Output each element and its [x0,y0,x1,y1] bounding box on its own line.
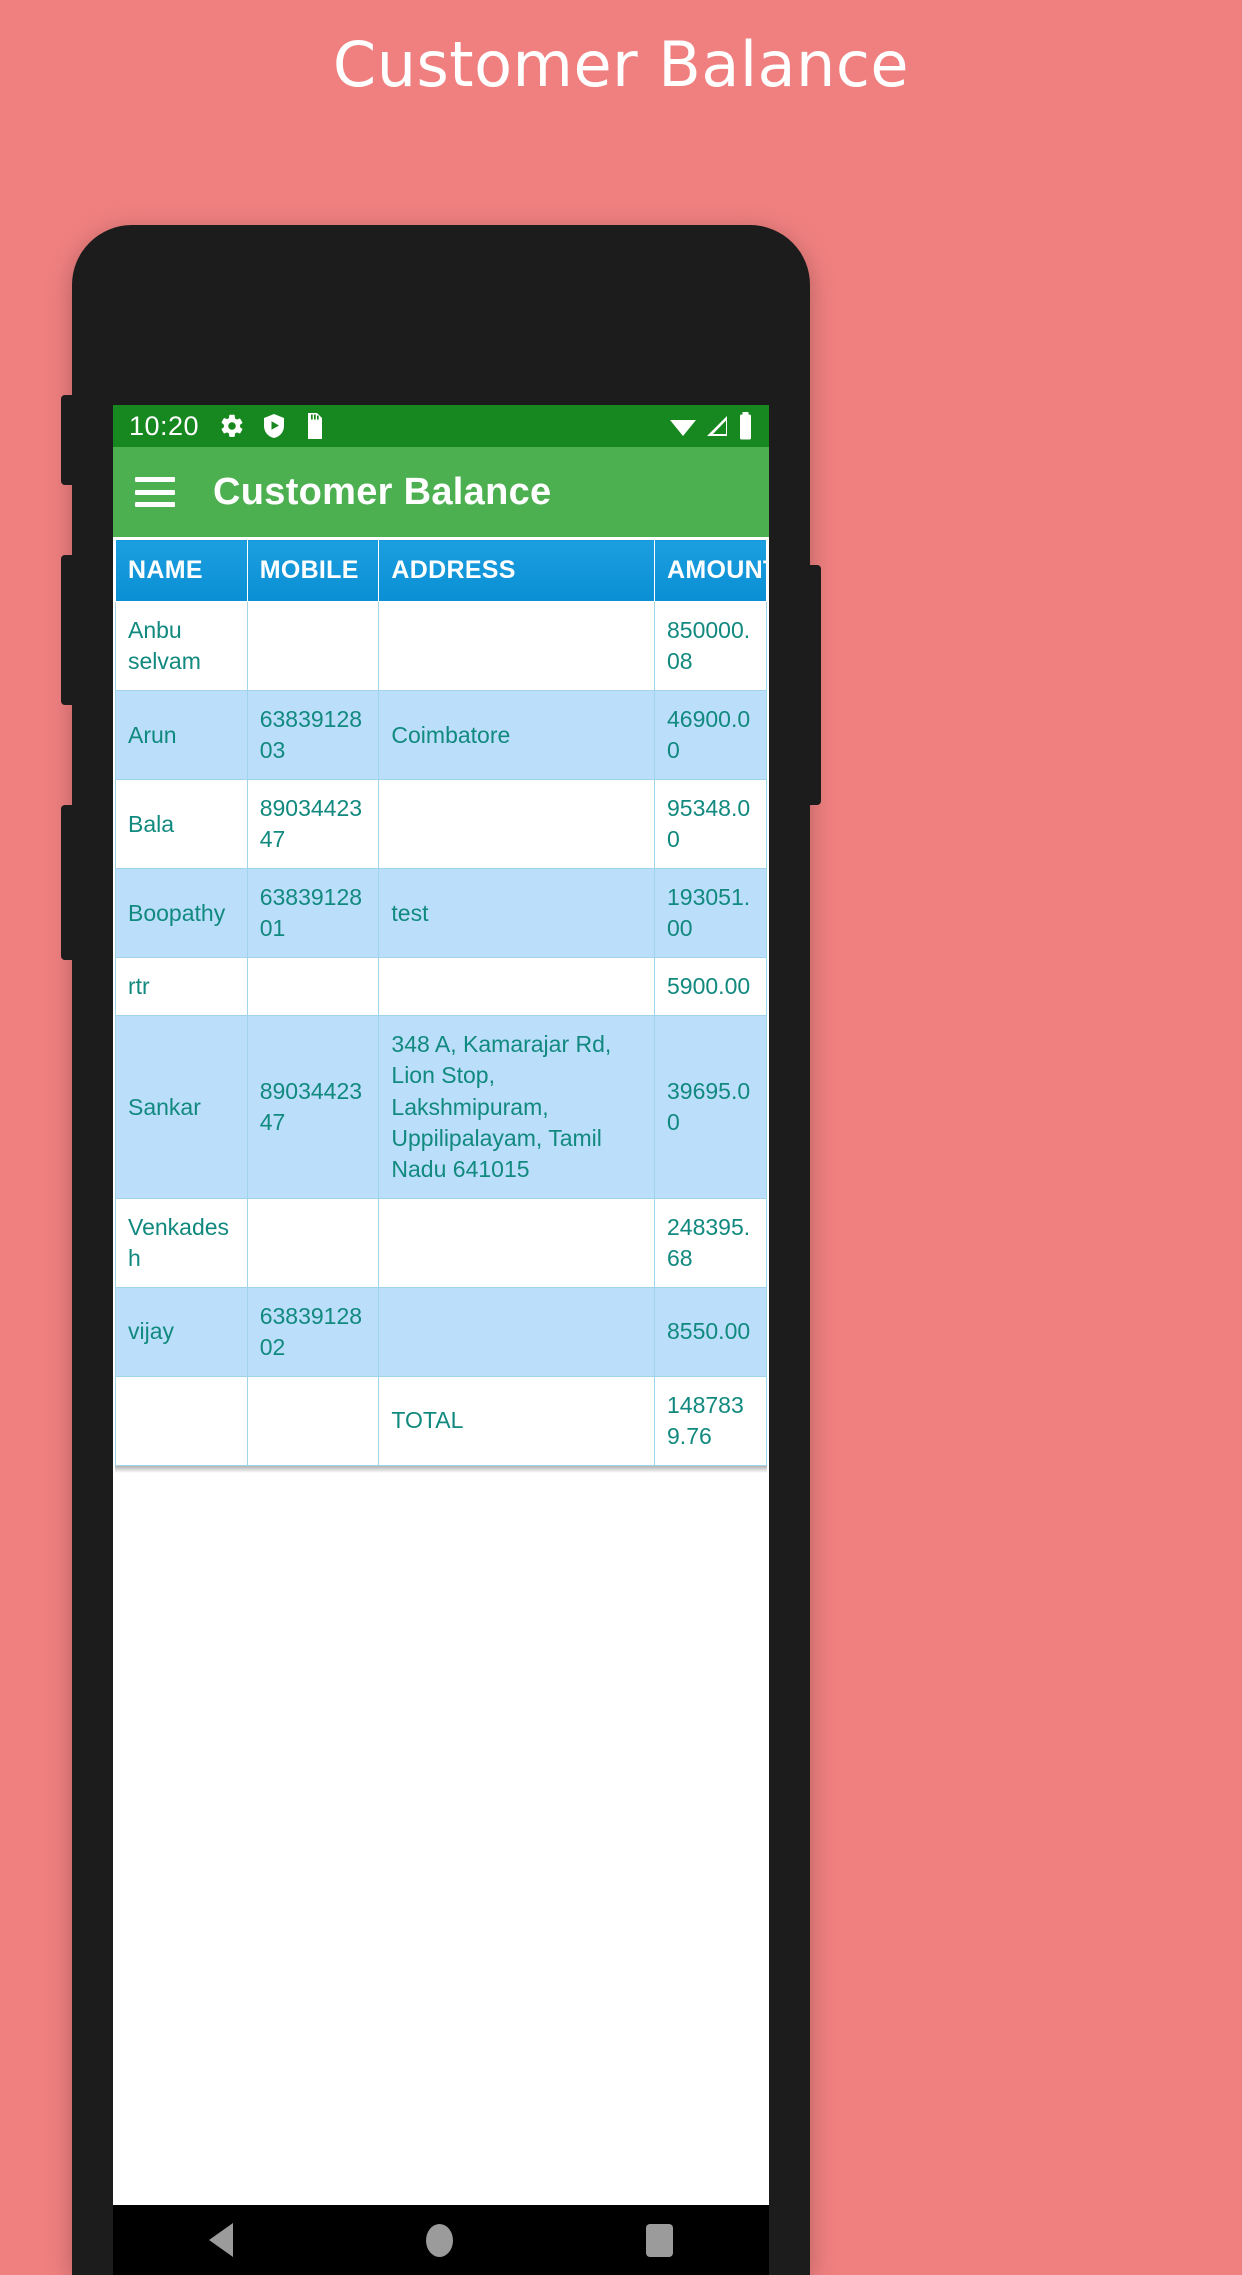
cell-name: Arun [115,690,248,781]
cell-amount: 248395.68 [654,1197,767,1288]
cell-name: Boopathy [115,868,248,959]
cell-mobile [246,600,380,692]
hamburger-line [135,489,175,495]
side-button[interactable] [61,805,73,960]
hamburger-line [135,502,175,507]
table-row[interactable]: Anbu selvam 850000.08 [115,600,767,692]
cell-mobile [246,1197,380,1288]
app-bar-title: Customer Balance [213,470,552,513]
android-navigation-bar [113,2205,769,2275]
table-row[interactable]: Bala 8903442347 95348.00 [115,779,767,870]
back-triangle-icon[interactable] [209,2223,234,2257]
cell-mobile: 6383912802 [246,1286,380,1377]
cell-address [378,1197,656,1288]
status-right-icons [668,412,753,440]
cell-address: Coimbatore [378,690,656,781]
phone-screen: 10:20 Customer Balance NAME MOBILE ADDRE… [113,405,769,2205]
cell-mobile: 6383912803 [246,690,380,781]
status-left-icons [219,413,325,439]
cell-mobile: 8903442347 [246,779,380,870]
table-row[interactable]: Venkadesh 248395.68 [115,1197,767,1288]
table-row[interactable]: Arun 6383912803 Coimbatore 46900.00 [115,690,767,781]
home-circle-icon[interactable] [425,2223,453,2257]
volume-down-button[interactable] [61,555,73,705]
status-bar: 10:20 [113,405,769,447]
cell-amount: 850000.08 [654,600,767,692]
cell-amount: 46900.00 [654,690,767,781]
power-button[interactable] [809,565,821,805]
cell-address [378,600,656,692]
cell-address: 348 A, Kamarajar Rd, Lion Stop, Lakshmip… [378,1015,656,1199]
cell-mobile [246,957,380,1017]
page-title: Customer Balance [332,28,910,101]
cell-amount: 193051.00 [654,868,767,959]
shield-play-icon [262,413,286,439]
cell-amount: 5900.00 [654,957,767,1017]
cell-name: Bala [115,779,248,870]
cell-total-amount: 1487839.76 [654,1375,767,1466]
customer-balance-table-container: NAME MOBILE ADDRESS AMOUNT Anbu selvam 8… [113,537,769,1473]
cell-address [378,957,656,1017]
table-row[interactable]: vijay 6383912802 8550.00 [115,1286,767,1377]
cell-name [115,1375,248,1466]
hamburger-line [135,477,175,482]
hamburger-menu-icon[interactable] [135,477,175,507]
column-header-name[interactable]: NAME [115,539,248,602]
sd-card-icon [303,413,325,439]
column-header-address[interactable]: ADDRESS [378,539,656,602]
cell-mobile: 8903442347 [246,1015,380,1199]
cell-address [378,1286,656,1377]
signal-icon [705,413,731,439]
cell-amount: 95348.00 [654,779,767,870]
table-body: Anbu selvam 850000.08 Arun 6383912803 Co… [115,600,767,1466]
cell-amount: 39695.00 [654,1015,767,1199]
battery-icon [738,412,753,440]
table-row[interactable]: Boopathy 6383912801 test 193051.00 [115,868,767,959]
table-header-row: NAME MOBILE ADDRESS AMOUNT [115,539,769,602]
cell-name: Anbu selvam [115,600,248,692]
cell-name: Sankar [115,1015,248,1199]
cell-mobile [246,1375,380,1466]
status-clock: 10:20 [129,410,200,441]
gear-icon [219,413,245,439]
customer-balance-table: NAME MOBILE ADDRESS AMOUNT Anbu selvam 8… [115,539,769,1466]
table-header: NAME MOBILE ADDRESS AMOUNT [115,539,769,602]
wifi-icon [668,413,698,439]
cell-address [378,779,656,870]
table-total-row: TOTAL 1487839.76 [115,1375,767,1466]
cell-name: Venkadesh [115,1197,248,1288]
cell-amount: 8550.00 [654,1286,767,1377]
table-row[interactable]: rtr 5900.00 [115,957,767,1017]
cell-name: vijay [115,1286,248,1377]
column-header-amount[interactable]: AMOUNT [654,539,769,602]
cell-name: rtr [115,957,248,1017]
table-bottom-shadow [115,1465,767,1473]
cell-mobile: 6383912801 [246,868,380,959]
phone-frame: 10:20 Customer Balance NAME MOBILE ADDRE… [61,225,821,2275]
cell-address: test [378,868,656,959]
volume-up-button[interactable] [61,395,73,485]
recents-square-icon[interactable] [645,2223,673,2257]
table-row[interactable]: Sankar 8903442347 348 A, Kamarajar Rd, L… [115,1015,767,1199]
cell-total-label: TOTAL [378,1375,656,1466]
column-header-mobile[interactable]: MOBILE [246,539,380,602]
app-bar: Customer Balance [113,447,769,537]
